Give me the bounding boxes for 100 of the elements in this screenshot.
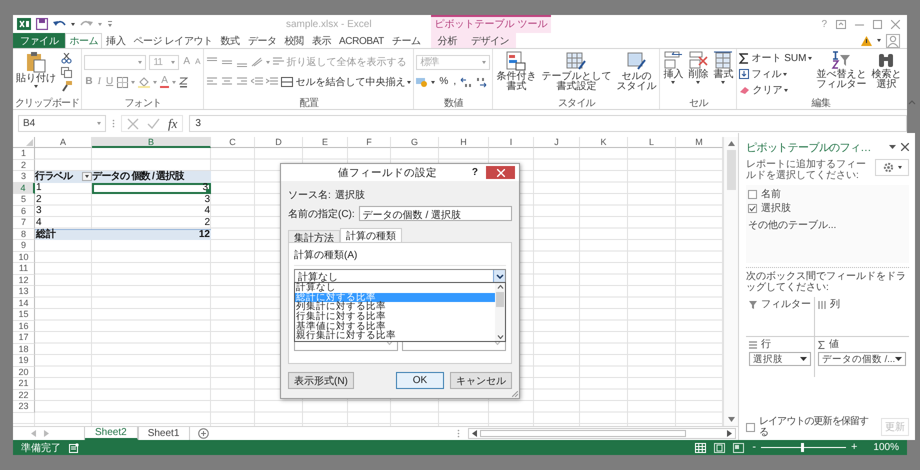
ribbon-tab[interactable]: デザイン bbox=[464, 33, 516, 48]
insert-function-button[interactable]: fx bbox=[168, 116, 178, 132]
list-option[interactable]: 列集計に対する比率 bbox=[295, 302, 495, 312]
indent-icon[interactable] bbox=[266, 77, 278, 87]
ribbon-tab[interactable]: 挿入 bbox=[102, 33, 130, 48]
avatar-icon[interactable] bbox=[886, 34, 900, 48]
column-header[interactable]: A bbox=[35, 137, 92, 148]
comma-button[interactable]: , bbox=[452, 76, 458, 88]
ribbon-tab[interactable]: チーム bbox=[388, 33, 425, 48]
sheet-tab[interactable]: Sheet2 bbox=[85, 427, 138, 440]
row-header[interactable]: 6 bbox=[13, 206, 35, 217]
name-box[interactable]: B4 bbox=[18, 115, 106, 132]
dialog-tab[interactable]: 集計方法 bbox=[288, 230, 340, 242]
help-button[interactable]: ? bbox=[472, 167, 478, 178]
ribbon-tab[interactable]: 校閲 bbox=[280, 33, 308, 48]
cells-button[interactable]: 書式 bbox=[712, 51, 734, 84]
close-icon[interactable] bbox=[901, 143, 910, 151]
list-option[interactable]: 基準値に対する比率 bbox=[295, 322, 495, 332]
filter-dropdown-button[interactable] bbox=[82, 172, 92, 182]
row-header[interactable]: 18 bbox=[13, 344, 35, 355]
orientation-icon[interactable] bbox=[251, 57, 264, 67]
indent-icon[interactable] bbox=[251, 77, 264, 87]
column-header[interactable]: F bbox=[348, 137, 391, 148]
percent-button[interactable]: % bbox=[438, 76, 450, 88]
column-header[interactable]: H bbox=[439, 137, 489, 148]
ribbon-tab[interactable]: ACROBAT bbox=[335, 33, 388, 48]
list-option[interactable]: 親行集計に対する比率 bbox=[295, 331, 495, 342]
resize-grip-icon[interactable] bbox=[512, 391, 518, 397]
paste-button[interactable]: 貼り付け bbox=[15, 51, 57, 88]
splitter-icon[interactable] bbox=[457, 429, 460, 438]
customize-icon[interactable] bbox=[107, 20, 113, 28]
field-name[interactable]: 選択肢 bbox=[761, 201, 791, 215]
splitter-icon[interactable] bbox=[112, 119, 115, 128]
row-header[interactable]: 14 bbox=[13, 298, 35, 309]
zoom-level[interactable]: 100% bbox=[873, 442, 899, 453]
ribbon-tab[interactable]: 数式 bbox=[216, 33, 244, 48]
font-name-field[interactable] bbox=[84, 54, 146, 70]
row-header[interactable]: 5 bbox=[13, 194, 35, 206]
caret-icon[interactable] bbox=[71, 22, 75, 26]
row-header[interactable]: 17 bbox=[13, 332, 35, 344]
style-button[interactable]: テーブルとして 書式設定 bbox=[540, 51, 612, 92]
copy-icon[interactable] bbox=[61, 67, 72, 78]
column-header[interactable]: E bbox=[303, 137, 348, 148]
row-header[interactable]: 21 bbox=[13, 378, 35, 390]
list-option[interactable]: 計算なし bbox=[295, 283, 495, 293]
column-header[interactable]: D bbox=[255, 137, 303, 148]
ribbon-tab[interactable]: 分析 bbox=[430, 33, 464, 48]
left-arrow-icon[interactable] bbox=[472, 430, 477, 437]
column-header[interactable]: B bbox=[92, 137, 211, 148]
row-header[interactable]: 7 bbox=[13, 217, 35, 228]
column-header[interactable]: C bbox=[211, 137, 255, 148]
list-scrollbar[interactable] bbox=[495, 283, 505, 341]
formula-field[interactable]: 3 bbox=[189, 115, 907, 132]
scroll-thumb[interactable] bbox=[726, 150, 736, 190]
checkbox[interactable] bbox=[746, 422, 755, 432]
row-header[interactable]: 4 bbox=[13, 182, 35, 194]
clear-button[interactable]: クリア bbox=[739, 83, 812, 97]
style-button[interactable]: セルの スタイル bbox=[615, 51, 658, 92]
row-header[interactable]: 20 bbox=[13, 366, 35, 378]
close-button[interactable] bbox=[486, 166, 515, 179]
tools-button[interactable] bbox=[875, 159, 910, 176]
horizontal-scrollbar[interactable] bbox=[468, 428, 736, 439]
ribbon-tab[interactable]: ホーム bbox=[65, 33, 102, 48]
row-header[interactable]: 9 bbox=[13, 240, 35, 252]
column-header[interactable]: I bbox=[489, 137, 534, 148]
row-header[interactable]: 16 bbox=[13, 320, 35, 332]
caret-icon[interactable] bbox=[889, 145, 896, 149]
row-header[interactable]: 2 bbox=[13, 160, 35, 171]
phonetic-icon[interactable] bbox=[178, 76, 188, 88]
checkbox[interactable] bbox=[748, 204, 757, 212]
area-field-button[interactable]: データの個数 /... bbox=[818, 352, 906, 366]
find-select-button[interactable]: 検索と 選択 bbox=[870, 51, 902, 90]
cells-button[interactable]: 削除 bbox=[687, 51, 710, 84]
number-format-button[interactable]: 表示形式(N) bbox=[288, 372, 354, 389]
cells-button[interactable]: 挿入 bbox=[662, 51, 684, 84]
name-field[interactable]: データの個数 / 選択肢 bbox=[358, 206, 512, 221]
row-header[interactable]: 22 bbox=[13, 390, 35, 401]
down-arrow-icon[interactable] bbox=[728, 417, 734, 422]
merge-center-button[interactable]: セルを結合して中央揃え bbox=[281, 75, 412, 89]
list-option[interactable]: 行集計に対する比率 bbox=[295, 312, 495, 322]
align-lines-icon[interactable] bbox=[206, 77, 218, 87]
ribbon-tab[interactable]: ファイル bbox=[13, 33, 66, 48]
row-header[interactable]: 23 bbox=[13, 401, 35, 412]
field-name[interactable]: 名前 bbox=[761, 187, 781, 201]
scroll-thumb[interactable] bbox=[480, 430, 686, 437]
row-header[interactable]: 1 bbox=[13, 148, 35, 160]
check-icon[interactable] bbox=[147, 118, 160, 130]
brush-icon[interactable] bbox=[61, 81, 72, 92]
row-header[interactable]: 19 bbox=[13, 355, 35, 366]
more-tables-link[interactable]: その他のテーブル... bbox=[748, 220, 908, 231]
row-header[interactable]: 11 bbox=[13, 263, 35, 274]
column-header[interactable]: M bbox=[676, 137, 723, 148]
select-all-icon[interactable] bbox=[26, 139, 33, 146]
scissors-icon[interactable] bbox=[61, 53, 72, 64]
autosum-button[interactable]: オート SUM bbox=[739, 51, 812, 65]
macro-record-icon[interactable] bbox=[69, 442, 79, 452]
ribbon-tab[interactable]: 表示 bbox=[308, 33, 336, 48]
increase-decimal-icon[interactable] bbox=[460, 76, 472, 88]
column-header[interactable]: K bbox=[580, 137, 628, 148]
row-header[interactable]: 10 bbox=[13, 252, 35, 263]
